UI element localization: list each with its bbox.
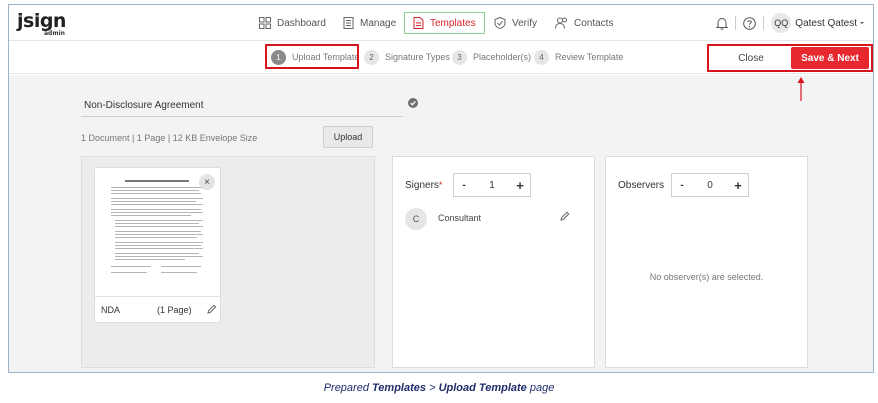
signers-count[interactable]: 1 (474, 174, 510, 196)
separator (763, 16, 765, 30)
templates-icon (413, 17, 424, 29)
signer-item[interactable]: C Consultant (405, 208, 585, 230)
app-window: jsign admin Dashboard Manage Templates V… (8, 4, 874, 373)
user-name[interactable]: Qatest Qatest (795, 18, 857, 29)
document-thumbnail (101, 174, 213, 292)
signers-increment-button[interactable]: + (510, 174, 530, 196)
document-title: NDA (101, 305, 121, 315)
pencil-icon[interactable] (560, 211, 570, 221)
manage-icon (343, 17, 354, 29)
verify-icon (494, 17, 506, 29)
dashboard-icon (259, 17, 271, 29)
main-content: 1 Document | 1 Page | 12 KB Envelope Siz… (9, 75, 873, 372)
nav-verify[interactable]: Verify (494, 12, 537, 34)
signers-label: Signers* (405, 180, 442, 191)
document-card-footer: NDA (1 Page) (95, 296, 220, 322)
signers-decrement-button[interactable]: - (454, 174, 474, 196)
nav-templates-label: Templates (430, 17, 476, 29)
nav-contacts-label: Contacts (574, 17, 614, 29)
caption-part-2: Upload Template (438, 382, 527, 394)
contacts-icon (555, 17, 567, 29)
annotation-arrow (797, 77, 805, 101)
nav-contacts[interactable]: Contacts (555, 12, 613, 34)
caption-prefix: Prepared (323, 382, 372, 394)
signer-avatar: C (405, 208, 427, 230)
observers-count[interactable]: 0 (692, 174, 728, 196)
step-review-template[interactable]: 4 Review Template (534, 49, 623, 65)
remove-document-button[interactable]: × (199, 174, 215, 190)
step-placeholders[interactable]: 3 Placeholder(s) (452, 49, 531, 65)
observers-label: Observers (618, 180, 665, 191)
step-label: Placeholder(s) (473, 52, 532, 62)
caption-part-1: Templates (372, 382, 427, 394)
observers-increment-button[interactable]: + (728, 174, 748, 196)
logo-text: jsign (17, 10, 66, 32)
nav-templates[interactable]: Templates (404, 12, 485, 34)
caption-separator: > (426, 382, 439, 394)
upload-button[interactable]: Upload (323, 126, 373, 148)
document-pages: (1 Page) (157, 305, 192, 315)
signer-name: Consultant (438, 213, 482, 223)
step-number: 2 (364, 49, 379, 65)
required-mark: * (438, 180, 443, 190)
nav-verify-label: Verify (512, 17, 538, 29)
user-tools: QQ Qatest Qatest (716, 13, 867, 33)
observers-empty-message: No observer(s) are selected. (649, 272, 764, 282)
logo-subtext: admin (44, 30, 65, 37)
caption-suffix: page (526, 382, 555, 394)
step-number: 4 (534, 49, 549, 65)
top-navigation: jsign admin Dashboard Manage Templates V… (9, 5, 873, 41)
caret-down-icon[interactable] (857, 19, 867, 27)
document-card[interactable]: × NDA (1 Page) (94, 167, 221, 323)
observers-panel: Observers - 0 + No observer(s) are selec… (605, 156, 808, 368)
signers-label-text: Signers (405, 180, 439, 191)
actions-highlight-annotation (707, 44, 873, 72)
check-circle-icon (408, 98, 418, 108)
help-icon[interactable] (743, 16, 757, 30)
wizard-steps: 1 Upload Template 2 Signature Types 3 Pl… (9, 41, 873, 74)
nav-dashboard-label: Dashboard (277, 17, 326, 29)
figure-caption: Prepared Templates > Upload Template pag… (0, 382, 878, 394)
nav-manage-label: Manage (360, 17, 397, 29)
observers-decrement-button[interactable]: - (672, 174, 692, 196)
step-number: 3 (452, 49, 467, 65)
bell-icon[interactable] (716, 17, 729, 30)
jsign-logo[interactable]: jsign admin (17, 10, 66, 37)
observers-count-stepper: - 0 + (671, 173, 749, 197)
separator (735, 16, 737, 30)
template-name-input[interactable] (81, 95, 403, 117)
step-highlight-annotation (265, 44, 359, 69)
envelope-info: 1 Document | 1 Page | 12 KB Envelope Siz… (81, 133, 258, 143)
documents-panel: × NDA (1 Page) (81, 156, 375, 368)
nav-manage[interactable]: Manage (343, 12, 396, 34)
step-signature-types[interactable]: 2 Signature Types (364, 49, 450, 65)
nav-dashboard[interactable]: Dashboard (259, 12, 326, 34)
step-label: Signature Types (385, 52, 450, 62)
step-label: Review Template (555, 52, 624, 62)
user-avatar[interactable]: QQ (771, 13, 792, 33)
signers-panel: Signers* - 1 + C Consultant (392, 156, 595, 368)
pencil-icon[interactable] (207, 304, 217, 314)
signers-count-stepper: - 1 + (453, 173, 531, 197)
